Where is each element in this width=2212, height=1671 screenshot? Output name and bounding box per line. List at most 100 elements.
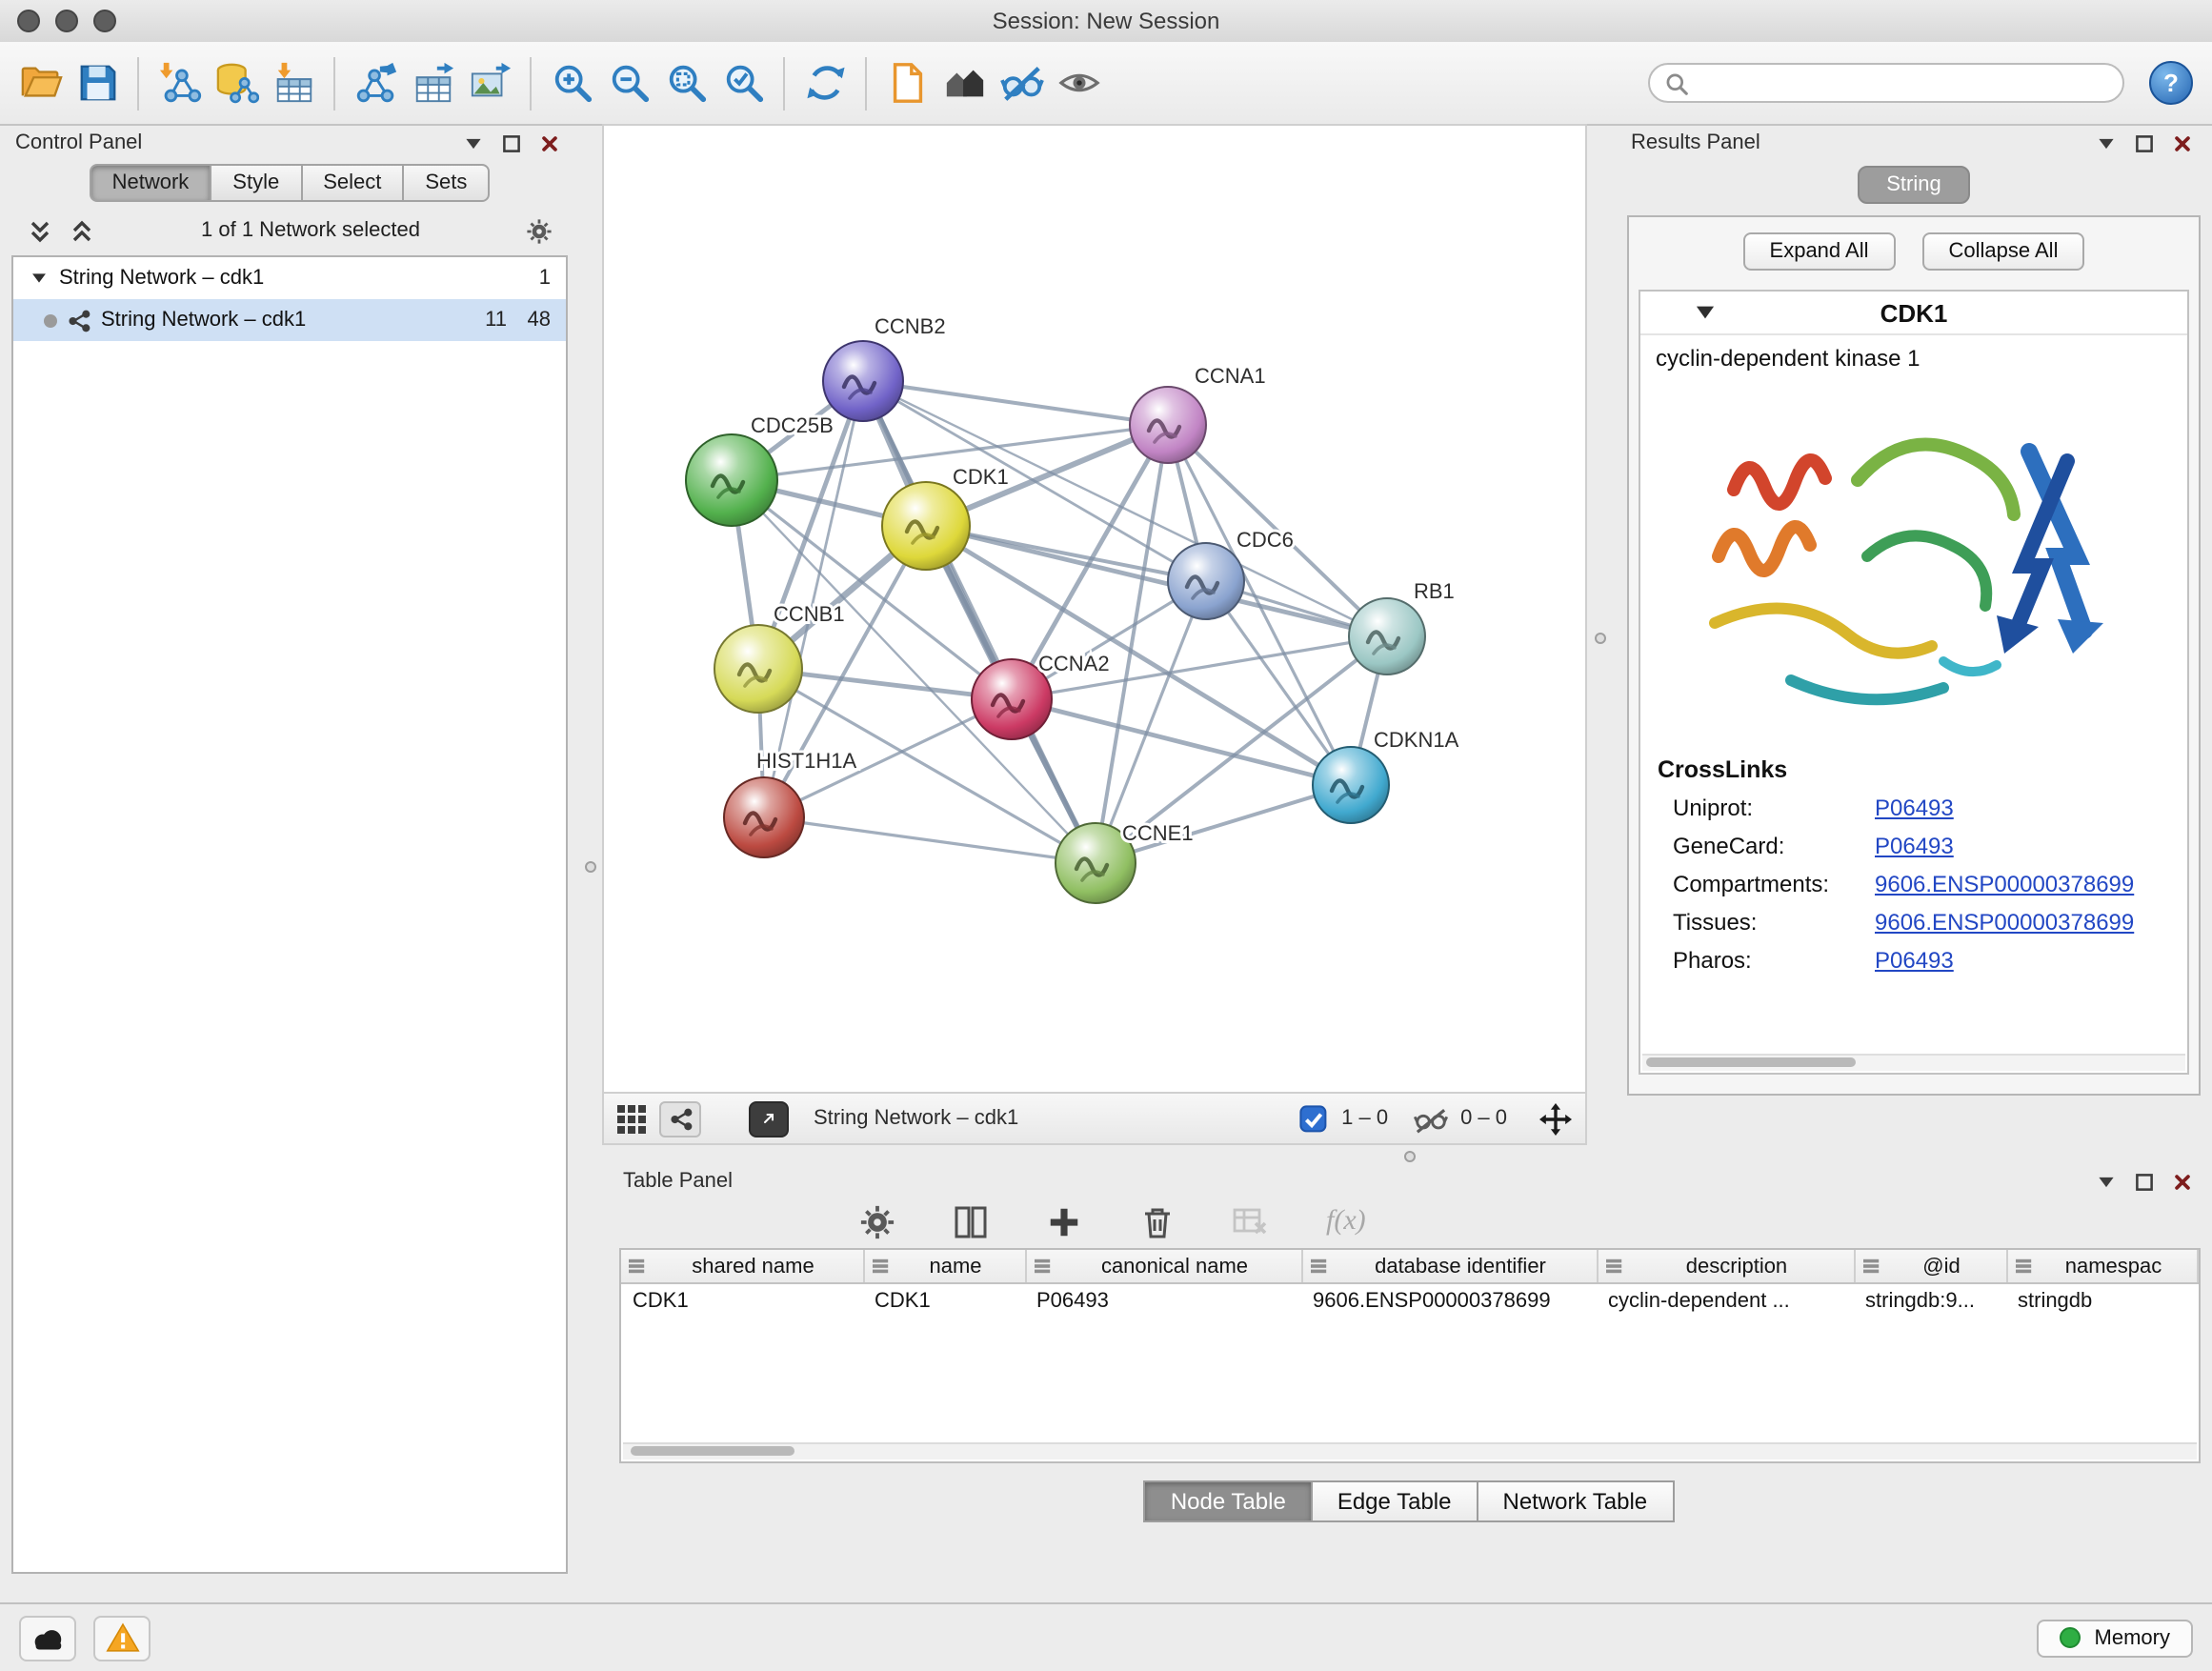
- tab-network[interactable]: Network: [90, 164, 212, 202]
- tab-select[interactable]: Select: [300, 164, 404, 202]
- pharos-link[interactable]: P06493: [1875, 947, 1954, 974]
- arrow-up-right-icon: [762, 1107, 775, 1130]
- network-collection-row[interactable]: String Network – cdk1 1: [13, 257, 566, 299]
- column-header-namespace[interactable]: namespac: [2006, 1250, 2198, 1283]
- string-tab-badge[interactable]: String: [1858, 166, 1970, 204]
- hide-selected-button[interactable]: [993, 50, 1050, 115]
- help-button[interactable]: ?: [2149, 61, 2193, 105]
- tab-node-table[interactable]: Node Table: [1144, 1480, 1313, 1522]
- column-header-database-identifier[interactable]: database identifier: [1301, 1250, 1597, 1283]
- close-panel-icon: [2172, 132, 2193, 153]
- export-view-button[interactable]: [749, 1100, 789, 1137]
- collapse-all-networks-button[interactable]: [69, 217, 95, 244]
- network-node-hist1h1a[interactable]: [724, 777, 804, 857]
- network-node-ccnb1[interactable]: [714, 625, 802, 713]
- crosslink-label: Uniprot:: [1673, 795, 1875, 821]
- expand-all-networks-button[interactable]: [27, 217, 53, 244]
- maximize-window-button[interactable]: [93, 10, 116, 32]
- export-network-button[interactable]: [347, 50, 404, 115]
- network-node-label: RB1: [1414, 579, 1455, 603]
- birds-eye-view-button[interactable]: [617, 1104, 646, 1133]
- network-node-label: HIST1H1A: [756, 749, 856, 773]
- network-node-cdk1[interactable]: [882, 482, 970, 570]
- duplicate-button[interactable]: [878, 50, 935, 115]
- column-header-name[interactable]: name: [863, 1250, 1025, 1283]
- minimize-window-button[interactable]: [55, 10, 78, 32]
- results-panel-float-button[interactable]: [2092, 131, 2121, 155]
- table-horizontal-scrollbar[interactable]: [623, 1442, 2197, 1460]
- glasses-slash-icon: [1413, 1104, 1447, 1133]
- import-network-db-button[interactable]: [208, 50, 265, 115]
- export-table-button[interactable]: [404, 50, 461, 115]
- zoom-in-button[interactable]: [543, 50, 600, 115]
- network-row[interactable]: String Network – cdk1 11 48: [13, 299, 566, 341]
- show-all-icon: [1056, 61, 1100, 105]
- column-header-shared-name[interactable]: shared name: [621, 1250, 863, 1283]
- network-canvas[interactable]: CCNB2CCNA1CDC25BCDK1CDC6RB1CCNB1CCNA2CDK…: [604, 126, 1585, 1092]
- table-panel-float-button[interactable]: [2092, 1169, 2121, 1194]
- panel-divider-grip[interactable]: [1404, 1151, 1416, 1162]
- column-header-id[interactable]: @id: [1854, 1250, 2006, 1283]
- collapse-gene-button[interactable]: [1694, 303, 1717, 322]
- panel-divider-grip[interactable]: [585, 861, 596, 873]
- function-builder-button[interactable]: f(x): [1326, 1206, 1366, 1238]
- pan-tool-button[interactable]: [1539, 1102, 1572, 1135]
- network-node-rb1[interactable]: [1349, 598, 1425, 674]
- compartments-link[interactable]: 9606.ENSP00000378699: [1875, 871, 2134, 897]
- results-horizontal-scrollbar[interactable]: [1642, 1054, 2185, 1071]
- cloud-status-button[interactable]: [19, 1615, 76, 1661]
- graphics-details-button[interactable]: [659, 1100, 701, 1137]
- expand-all-button[interactable]: Expand All: [1743, 232, 1896, 271]
- create-column-button[interactable]: [1046, 1204, 1082, 1240]
- hidden-nodes-button[interactable]: [1413, 1104, 1447, 1133]
- warnings-button[interactable]: [93, 1615, 151, 1661]
- network-node-cdkn1a[interactable]: [1313, 747, 1389, 823]
- import-table-button[interactable]: [265, 50, 322, 115]
- trash-icon: [1139, 1204, 1176, 1240]
- export-image-button[interactable]: [461, 50, 518, 115]
- genecard-link[interactable]: P06493: [1875, 833, 1954, 859]
- tissues-link[interactable]: 9606.ENSP00000378699: [1875, 909, 2134, 936]
- uniprot-link[interactable]: P06493: [1875, 795, 1954, 821]
- search-input[interactable]: [1698, 70, 2107, 96]
- table-options-button[interactable]: [859, 1204, 895, 1240]
- zoom-out-button[interactable]: [600, 50, 657, 115]
- network-options-button[interactable]: [526, 217, 553, 244]
- open-session-icon: [18, 61, 62, 105]
- panel-divider-grip[interactable]: [1595, 633, 1606, 644]
- network-node-cdc6[interactable]: [1168, 543, 1244, 619]
- tab-style[interactable]: Style: [210, 164, 302, 202]
- table-panel-maximize-button[interactable]: [2130, 1169, 2159, 1194]
- column-header-description[interactable]: description: [1597, 1250, 1854, 1283]
- save-session-button[interactable]: [69, 50, 126, 115]
- show-all-button[interactable]: [1050, 50, 1107, 115]
- results-panel-maximize-button[interactable]: [2130, 131, 2159, 155]
- tab-sets[interactable]: Sets: [402, 164, 490, 202]
- network-node-ccnb2[interactable]: [823, 341, 903, 421]
- double-chevron-down-icon: [29, 218, 51, 243]
- control-panel-float-button[interactable]: [459, 131, 488, 155]
- column-header-canonical-name[interactable]: canonical name: [1025, 1250, 1301, 1283]
- close-window-button[interactable]: [17, 10, 40, 32]
- table-panel-title: Table Panel: [623, 1170, 733, 1193]
- import-network-file-button[interactable]: [151, 50, 208, 115]
- zoom-selected-button[interactable]: [714, 50, 772, 115]
- table-row[interactable]: CDK1 CDK1 P06493 9606.ENSP00000378699 cy…: [621, 1283, 2198, 1317]
- results-panel-close-button[interactable]: [2168, 131, 2197, 155]
- network-node-ccna1[interactable]: [1130, 387, 1206, 463]
- zoom-fit-button[interactable]: [657, 50, 714, 115]
- control-panel-close-button[interactable]: [535, 131, 564, 155]
- refresh-button[interactable]: [796, 50, 854, 115]
- collapse-all-button[interactable]: Collapse All: [1922, 232, 2085, 271]
- delete-column-button[interactable]: [1139, 1204, 1176, 1240]
- tab-network-table[interactable]: Network Table: [1477, 1480, 1675, 1522]
- control-panel-maximize-button[interactable]: [497, 131, 526, 155]
- open-session-button[interactable]: [11, 50, 69, 115]
- table-panel-close-button[interactable]: [2168, 1169, 2197, 1194]
- show-columns-button[interactable]: [953, 1204, 989, 1240]
- memory-button[interactable]: Memory: [2038, 1619, 2193, 1657]
- first-neighbors-button[interactable]: [935, 50, 993, 115]
- selected-nodes-button[interactable]: [1299, 1104, 1328, 1133]
- tab-edge-table[interactable]: Edge Table: [1311, 1480, 1478, 1522]
- network-node-cdc25b[interactable]: [686, 434, 777, 526]
